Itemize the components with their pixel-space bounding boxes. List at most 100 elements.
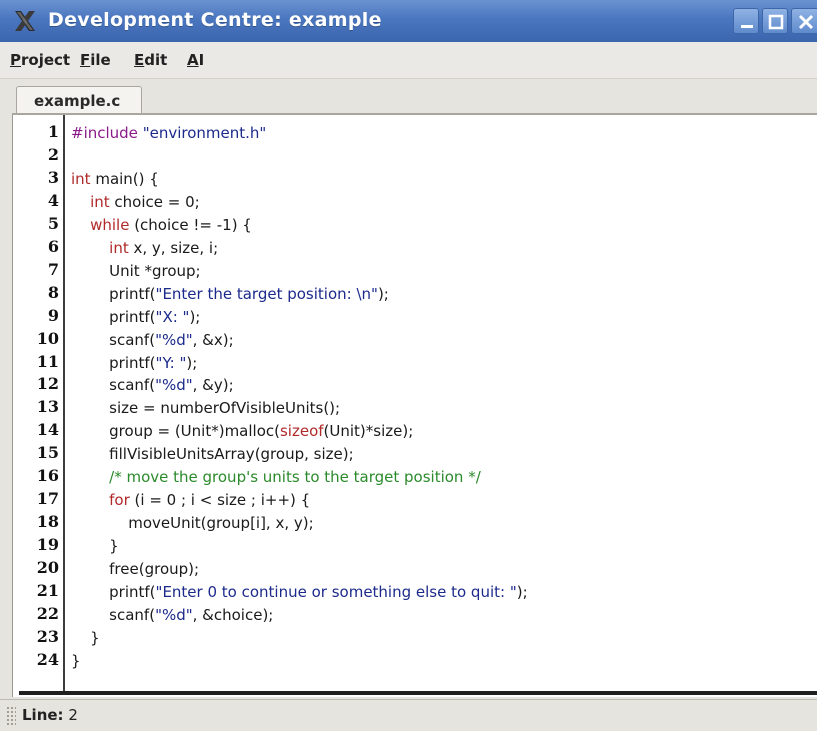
menu-ai[interactable]: AI xyxy=(187,51,204,69)
code-token: } xyxy=(71,651,81,670)
maximize-button[interactable] xyxy=(762,8,788,34)
menu-edit[interactable]: Edit xyxy=(134,51,167,69)
code-line: printf("Y: "); xyxy=(71,354,197,372)
line-number: 13 xyxy=(36,397,59,417)
keyword-token: int xyxy=(71,169,91,188)
status-line-value: 2 xyxy=(68,706,78,724)
maximize-icon xyxy=(768,14,784,30)
tab-label: example.c xyxy=(34,92,121,110)
app-window: Development Centre: example Project File… xyxy=(0,0,817,731)
code-token: (i = 0 ; i < size ; i++) { xyxy=(129,491,311,510)
window-title: Development Centre: example xyxy=(48,9,382,31)
resize-grip-icon[interactable] xyxy=(6,706,16,726)
close-icon xyxy=(798,14,814,30)
line-number-gutter: 1 2 3 4 5 6 7 8 9 10 11 12 13 14 15 16 17 18 19 20 21 22 23 24 xyxy=(19,115,65,691)
title-bar[interactable]: Development Centre: example xyxy=(0,0,817,42)
menu-edit-label: dit xyxy=(144,51,168,69)
code-line: printf("Enter 0 to continue or something… xyxy=(71,583,528,601)
code-line: Unit *group; xyxy=(71,262,200,280)
keyword-token: int xyxy=(109,238,129,257)
line-number: 20 xyxy=(36,558,59,578)
string-token: "environment.h" xyxy=(142,124,267,142)
code-line: fillVisibleUnitsArray(group, size); xyxy=(71,445,353,463)
line-number: 11 xyxy=(36,351,59,371)
code-token: ); xyxy=(186,353,198,372)
line-number: 16 xyxy=(36,466,59,486)
code-token: free(group); xyxy=(71,560,200,579)
menu-bar: Project File Edit AI xyxy=(0,42,817,79)
code-token: printf( xyxy=(71,284,156,303)
code-line: for (i = 0 ; i < size ; i++) { xyxy=(71,491,310,509)
code-line: /* move the group's units to the target … xyxy=(71,468,481,486)
code-token: printf( xyxy=(71,353,156,372)
line-number: 1 xyxy=(47,122,59,141)
code-token: , &choice); xyxy=(192,605,274,624)
string-token: "%d" xyxy=(155,376,193,395)
code-token: x, y, size, i; xyxy=(128,238,219,257)
minimize-button[interactable] xyxy=(733,8,759,34)
status-line-indicator: Line: 2 xyxy=(22,706,78,724)
menu-ai-mnemonic: A xyxy=(187,51,199,69)
line-number: 5 xyxy=(47,213,59,233)
code-token: printf( xyxy=(71,583,156,601)
keyword-token: while xyxy=(90,215,130,234)
string-token: "Enter the target position: \n" xyxy=(155,284,378,303)
minimize-icon xyxy=(741,25,753,28)
code-token: } xyxy=(71,537,119,556)
code-line: int x, y, size, i; xyxy=(71,239,218,257)
comment-token: /* move the group's units to the target … xyxy=(109,468,481,487)
code-token: (choice != -1) { xyxy=(129,215,252,234)
line-number: 7 xyxy=(47,259,59,279)
code-token: main() { xyxy=(90,169,159,188)
code-line: } xyxy=(71,537,119,555)
code-editor[interactable]: 1 2 3 4 5 6 7 8 9 10 11 12 13 14 15 16 17 18 19 20 21 22 23 24 … xyxy=(12,115,817,697)
code-token: (Unit)*size); xyxy=(323,422,414,441)
code-token: scanf( xyxy=(71,376,156,395)
code-token: scanf( xyxy=(71,330,156,349)
code-line: free(group); xyxy=(71,560,199,578)
code-token: ); xyxy=(377,284,389,303)
code-line: moveUnit(group[i], x, y); xyxy=(71,514,313,532)
code-line: } xyxy=(71,629,100,647)
tab-strip: example.c xyxy=(0,79,817,114)
string-token: "Y: " xyxy=(155,353,187,372)
line-number: 9 xyxy=(47,305,59,325)
line-number: 22 xyxy=(36,603,59,623)
editor-bottom-border xyxy=(19,691,817,695)
tab-example-c[interactable]: example.c xyxy=(16,86,142,114)
line-number: 6 xyxy=(47,236,59,256)
keyword-token: sizeof xyxy=(279,422,324,441)
line-number: 8 xyxy=(47,282,59,302)
code-token: printf( xyxy=(71,307,156,326)
code-line: #include "environment.h" xyxy=(71,124,266,142)
line-number: 3 xyxy=(47,167,59,187)
status-bar: Line: 2 xyxy=(0,699,817,731)
code-line: size = numberOfVisibleUnits(); xyxy=(71,399,340,417)
code-token: } xyxy=(71,628,100,647)
preprocessor-token: #include xyxy=(71,124,143,142)
menu-project-label: roject xyxy=(21,51,71,69)
line-number: 18 xyxy=(36,512,59,532)
string-token: "Enter 0 to continue or something else t… xyxy=(155,583,517,601)
code-token: group = (Unit*)malloc( xyxy=(71,422,280,441)
code-line: printf("X: "); xyxy=(71,308,200,326)
menu-file-label: ile xyxy=(90,51,111,69)
line-number: 15 xyxy=(36,443,59,463)
code-token: scanf( xyxy=(71,605,156,624)
keyword-token: int xyxy=(90,192,110,211)
code-line: while (choice != -1) { xyxy=(71,216,252,234)
string-token: "%d" xyxy=(155,605,193,624)
code-token: ); xyxy=(516,583,528,601)
close-button[interactable] xyxy=(791,8,817,34)
code-line: scanf("%d", &choice); xyxy=(71,606,273,624)
menu-file[interactable]: File xyxy=(80,51,111,69)
line-number: 17 xyxy=(36,489,59,509)
line-number: 21 xyxy=(36,581,59,600)
code-line: scanf("%d", &x); xyxy=(71,331,234,349)
menu-project[interactable]: Project xyxy=(10,51,70,69)
code-token: , &x); xyxy=(192,330,234,349)
code-line: } xyxy=(71,652,81,670)
